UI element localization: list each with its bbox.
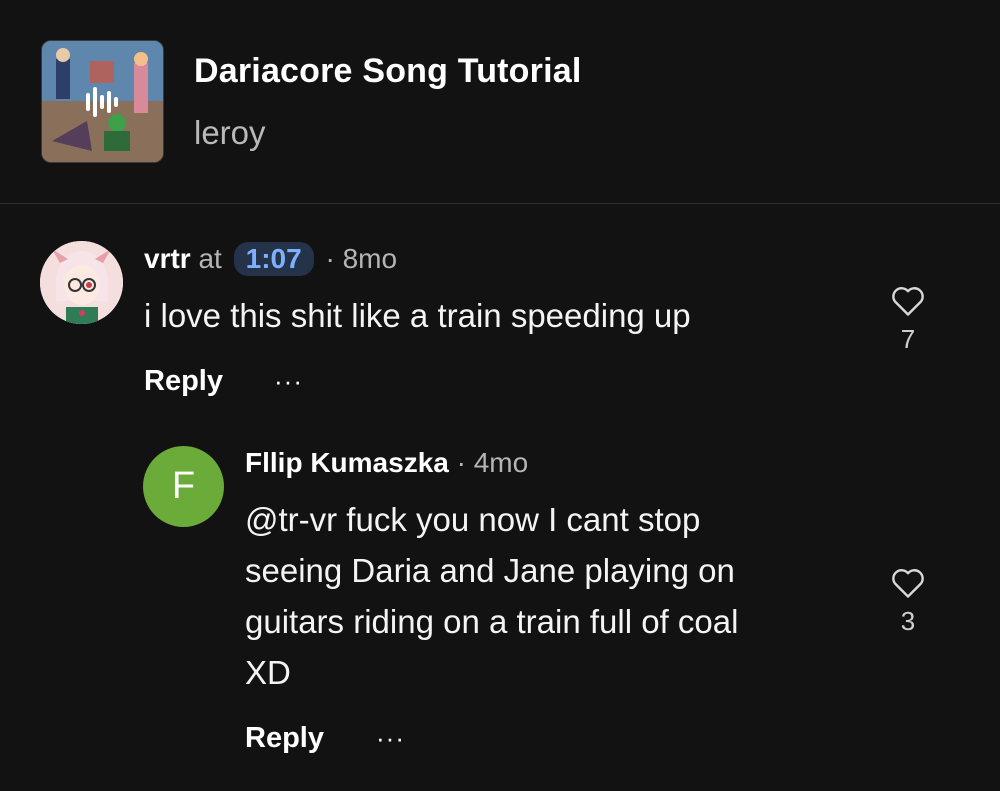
track-title[interactable]: Dariacore Song Tutorial (194, 52, 581, 91)
comment-text: @tr-vr fuck you now I cant stop seeing D… (245, 494, 865, 698)
like-button[interactable]: 7 (883, 284, 933, 355)
reply-button[interactable]: Reply (144, 365, 223, 398)
comment-age: 8mo (342, 243, 398, 274)
comment-text-line: XD (245, 654, 291, 691)
comment-at-label: at (198, 243, 222, 274)
track-artwork[interactable] (41, 40, 164, 163)
more-options-button[interactable]: ··· (376, 723, 405, 754)
avatar[interactable] (40, 241, 123, 324)
avatar[interactable]: F (143, 446, 224, 527)
comment-meta: vrtr at 1:07 · 8mo (144, 242, 397, 276)
comment-username[interactable]: Fllip Kumaszka (245, 447, 449, 478)
track-header: Dariacore Song Tutorial leroy (0, 0, 1000, 203)
avatar-initial: F (171, 465, 196, 507)
reply-button[interactable]: Reply (245, 722, 324, 755)
like-count: 7 (900, 324, 916, 354)
heart-icon (892, 569, 924, 598)
comment-age: 4mo (473, 447, 529, 478)
meta-separator: · (325, 243, 335, 274)
comment-text: i love this shit like a train speeding u… (144, 297, 691, 334)
meta-separator: · (456, 447, 466, 478)
comment-text-line: @tr-vr fuck you now I cant stop (245, 501, 701, 538)
track-artist[interactable]: leroy (194, 114, 266, 152)
heart-icon (892, 287, 924, 316)
like-count: 3 (900, 606, 916, 636)
more-options-button[interactable]: ··· (274, 366, 303, 397)
comment-text-line: seeing Daria and Jane playing on (245, 552, 735, 589)
comment-meta: Fllip Kumaszka · 4mo (245, 447, 528, 479)
comment-text-line: guitars riding on a train full of coal (245, 603, 739, 640)
header-divider (0, 203, 1000, 204)
artwork-image (42, 41, 163, 162)
avatar-image (40, 241, 123, 324)
comment-username[interactable]: vrtr (144, 243, 191, 274)
comment-timestamp[interactable]: 1:07 (233, 242, 314, 276)
like-button[interactable]: 3 (883, 566, 933, 637)
